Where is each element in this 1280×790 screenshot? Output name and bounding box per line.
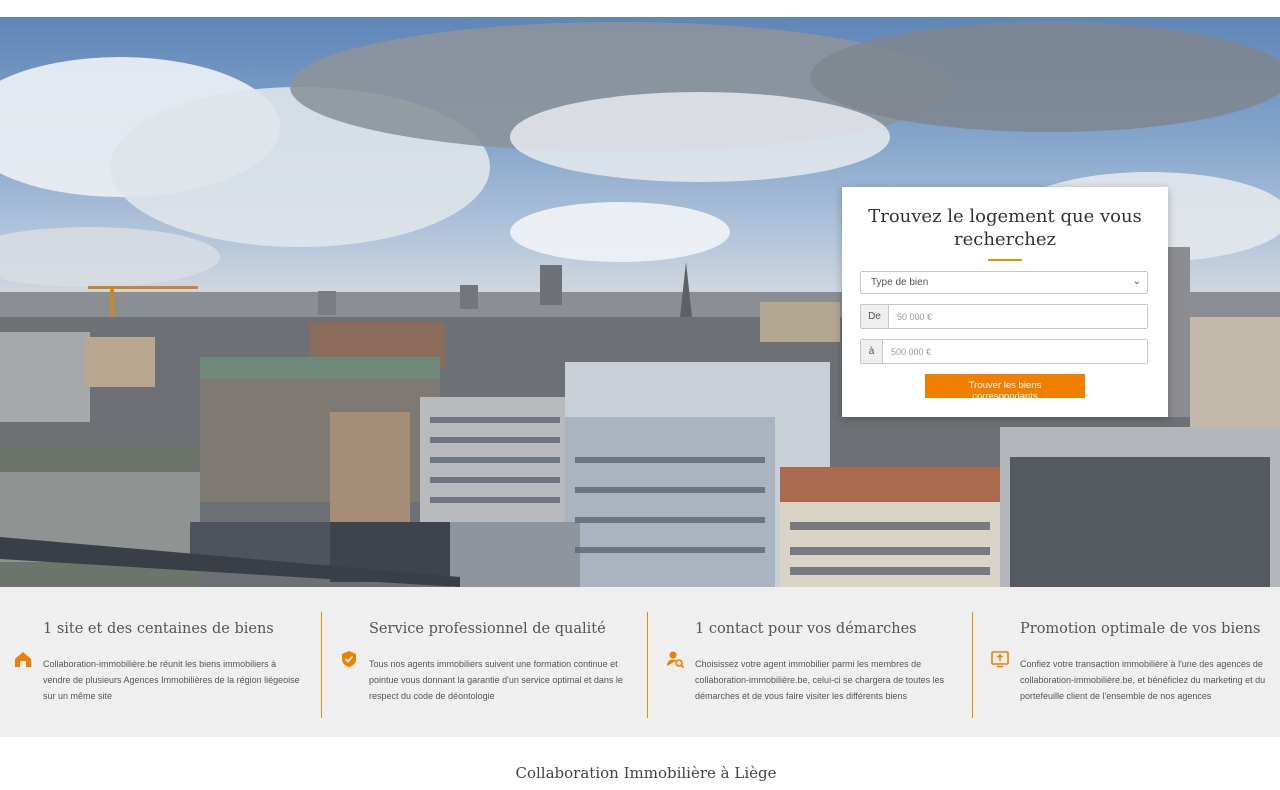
- price-from-label: De: [861, 305, 889, 328]
- feature-text: Collaboration-immobilière.be réunit les …: [43, 659, 300, 701]
- feature-text: Choisissez votre agent immobilier parmi …: [695, 659, 945, 701]
- search-title: Trouvez le logement que vous recherchez: [868, 206, 1142, 250]
- feature-title: Service professionnel de qualité: [369, 621, 606, 637]
- price-to-group: à: [860, 339, 1148, 364]
- search-form-card: Trouvez le logement que vous recherchez …: [842, 187, 1168, 417]
- property-type-selected: Type de bien: [871, 277, 929, 288]
- feature-item: Service professionnel de qualité Tous no…: [321, 612, 631, 718]
- feature-title: 1 site et des centaines de biens: [43, 621, 274, 637]
- features-strip: 1 site et des centaines de biens Collabo…: [0, 587, 1280, 737]
- price-from-group: De: [860, 304, 1148, 329]
- price-to-input[interactable]: [883, 340, 1147, 363]
- feature-item: 1 contact pour vos démarches Choisissez …: [647, 612, 957, 718]
- agent-search-icon: [667, 651, 685, 669]
- title-underline: [988, 259, 1022, 261]
- house-icon: [15, 652, 31, 667]
- hero-banner: Trouvez le logement que vous recherchez …: [0, 17, 1280, 587]
- price-from-input[interactable]: [889, 305, 1147, 328]
- feature-item: 1 site et des centaines de biens Collabo…: [15, 612, 305, 718]
- feature-title: 1 contact pour vos démarches: [695, 621, 917, 637]
- feature-text: Tous nos agents immobiliers suivent une …: [369, 659, 623, 701]
- section-title: Collaboration Immobilière à Liège: [515, 764, 777, 782]
- property-type-select[interactable]: Type de bien ⌄: [860, 271, 1148, 294]
- feature-divider: [647, 612, 648, 718]
- price-to-label: à: [861, 340, 883, 363]
- promotion-screen-icon: [991, 651, 1009, 668]
- feature-divider: [972, 612, 973, 718]
- shield-check-icon: [342, 651, 356, 667]
- feature-text: Confiez votre transaction immobilière à …: [1020, 659, 1266, 701]
- feature-title: Promotion optimale de vos biens: [1020, 621, 1261, 637]
- feature-item: Promotion optimale de vos biens Confiez …: [972, 612, 1280, 718]
- feature-divider: [321, 612, 322, 718]
- top-bar: [0, 0, 1280, 17]
- find-properties-button[interactable]: Trouver les biens correspondants: [925, 374, 1085, 402]
- chevron-down-icon: ⌄: [1132, 276, 1141, 287]
